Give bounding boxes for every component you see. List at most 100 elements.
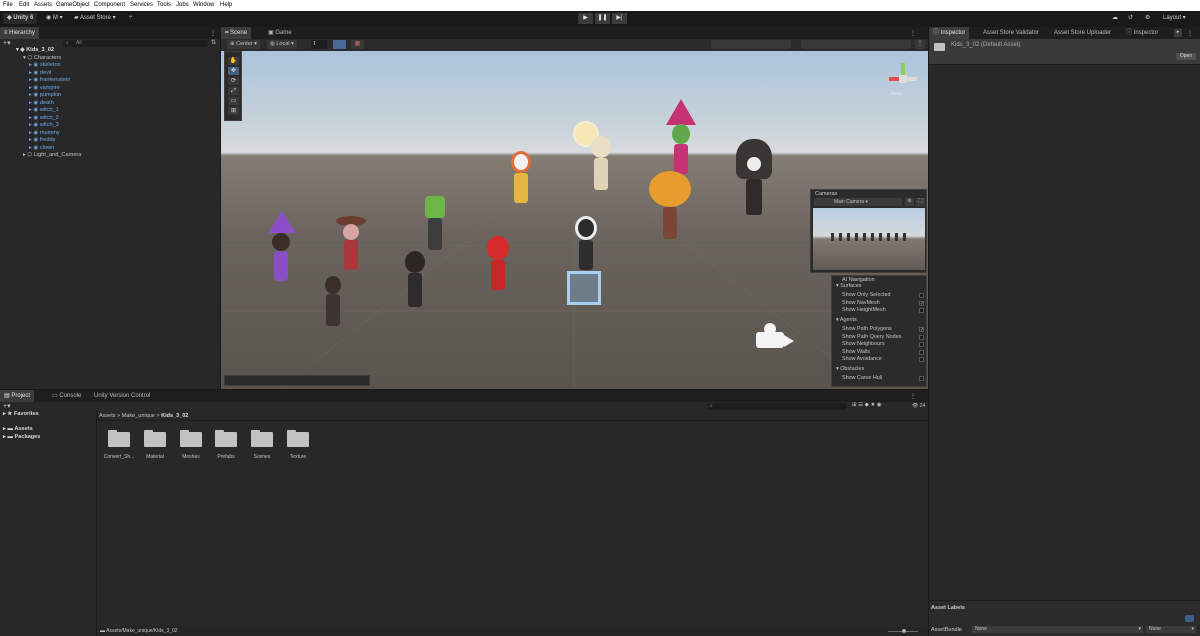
hierarchy-item-pumpkin[interactable]: ▸ ◉ pumpkin xyxy=(29,92,61,99)
folder-prefabs[interactable]: Prefabs xyxy=(209,430,243,460)
menu-jobs[interactable]: Jobs xyxy=(176,2,189,8)
tab-inspector-2[interactable]: ⓘ Inspector xyxy=(1122,27,1162,39)
tab-hierarchy[interactable]: ≡ Hierarchy xyxy=(0,27,39,39)
hierarchy-item-frankenstein[interactable]: ▸ ◉ frankenstein xyxy=(29,77,70,84)
scene-visibility-buttons[interactable] xyxy=(801,40,911,49)
label-icon[interactable] xyxy=(1185,615,1194,622)
play-button[interactable]: ▶ xyxy=(578,13,593,24)
version-control-icon[interactable]: ⑂ xyxy=(125,13,137,24)
show-avoidance-row[interactable]: Show Avoidance xyxy=(842,356,928,363)
panel-menu-icon[interactable]: ⋮ xyxy=(910,393,916,400)
open-button[interactable]: Open xyxy=(1176,53,1196,60)
grid-icon[interactable]: ▦ xyxy=(351,40,364,49)
hierarchy-search-input[interactable]: ⌕ All xyxy=(63,40,208,47)
clown-character[interactable] xyxy=(506,151,536,221)
show-heightmesh-row[interactable]: Show HeightMesh xyxy=(842,307,928,314)
rotate-tool-icon[interactable]: ⟳ xyxy=(228,77,239,85)
menu-help[interactable]: Help xyxy=(220,2,232,8)
tab-version-control[interactable]: Unity Version Control xyxy=(90,390,154,402)
hierarchy-item-mummy[interactable]: ▸ ◉ mummy xyxy=(29,130,60,137)
tab-asset-store-validator[interactable]: Asset Store Validator xyxy=(979,27,1043,39)
camera-select[interactable]: Main Camera ▾ xyxy=(814,198,902,206)
menu-window[interactable]: Window xyxy=(193,2,214,8)
packages-row[interactable]: ▸ ▬ Packages xyxy=(3,434,40,441)
hierarchy-item-devil[interactable]: ▸ ◉ devil xyxy=(29,70,51,77)
cloud-icon[interactable]: ☁ xyxy=(1108,13,1122,24)
asset-bundle-select[interactable]: None ▾ xyxy=(972,626,1143,633)
asset-store-button[interactable]: ▰ Asset Store ▾ xyxy=(70,13,120,24)
history-icon[interactable]: ↺ xyxy=(1124,13,1138,24)
more-icon[interactable]: ⋮ xyxy=(915,40,925,49)
death-character[interactable] xyxy=(401,251,429,321)
scale-tool-icon[interactable]: ⤢ xyxy=(228,87,239,95)
tab-project[interactable]: ▤ Project xyxy=(0,390,35,402)
tab-console[interactable]: ▭ Console xyxy=(48,390,85,402)
witch-character[interactable] xyxy=(266,211,296,291)
orientation-gizmo[interactable]: Persp xyxy=(883,59,923,99)
mummy-character[interactable] xyxy=(586,136,616,206)
hierarchy-item-death[interactable]: ▸ ◉ death xyxy=(29,100,54,107)
layout-dropdown[interactable]: Layout ▾ xyxy=(1159,13,1190,24)
checkbox[interactable] xyxy=(919,349,924,355)
search-options-icon[interactable]: ⇅ xyxy=(211,39,216,46)
show-walls-row[interactable]: Show Walls xyxy=(842,349,928,356)
folder-convert-sh[interactable]: Convert_Sh... xyxy=(102,430,136,460)
checkbox[interactable] xyxy=(919,376,924,381)
characters-row[interactable]: ▾ ⬡ Characters xyxy=(23,55,61,62)
hierarchy-item-witch-2[interactable]: ▸ ◉ witch_2 xyxy=(29,115,59,122)
hierarchy-item-clown[interactable]: ▸ ◉ clown xyxy=(29,145,54,152)
hierarchy-item-skeleton[interactable]: ▸ ◉ skeleton xyxy=(29,62,61,69)
snap-input[interactable]: 1 xyxy=(311,40,327,49)
nav-tools-overlay[interactable] xyxy=(224,375,370,386)
panel-menu-icon[interactable]: ⋮ xyxy=(1187,30,1193,37)
checkbox[interactable]: ✓ xyxy=(919,327,924,333)
checkbox[interactable] xyxy=(919,357,924,362)
favorites-row[interactable]: ▸ ★ Favorites xyxy=(3,411,39,418)
checkbox[interactable] xyxy=(919,342,924,347)
panel-menu-icon[interactable]: ⋮ xyxy=(210,30,216,37)
space-dropdown[interactable]: ◍ Local ▾ xyxy=(267,40,297,49)
add-icon[interactable]: +▾ xyxy=(3,402,11,410)
folder-texture[interactable]: Texture xyxy=(281,430,315,460)
transform-tool-icon[interactable]: ⊞ xyxy=(228,107,239,115)
pumpkin-character[interactable] xyxy=(649,171,691,251)
menu-tools[interactable]: Tools xyxy=(157,2,171,8)
assets-row[interactable]: ▸ ▬ Assets xyxy=(3,426,33,433)
breadcrumb-make-unique[interactable]: Make_unique xyxy=(122,413,155,419)
tab-scene[interactable]: ⌗ Scene xyxy=(221,27,252,39)
show-carve-hull-row[interactable]: Show Carve Hull xyxy=(842,375,928,382)
show-neighbours-row[interactable]: Show Neighbours xyxy=(842,341,928,348)
asset-variant-select[interactable]: None ▾ xyxy=(1146,626,1196,633)
obstacles-header[interactable]: ▾ Obstacles xyxy=(836,366,928,373)
project-search-input[interactable]: ⌕ xyxy=(707,403,847,410)
hierarchy-item-witch-1[interactable]: ▸ ◉ witch_1 xyxy=(29,107,59,114)
folder-meshes[interactable]: Meshes xyxy=(174,430,208,460)
camera-settings-icon[interactable]: ⚙ xyxy=(905,198,914,206)
checkbox[interactable]: ✓ xyxy=(919,300,924,306)
tab-overflow-icon[interactable]: ▸ xyxy=(1174,29,1182,37)
tab-inspector[interactable]: ⓘ Inspector xyxy=(929,27,970,39)
move-tool-icon[interactable]: ✥ xyxy=(228,67,239,75)
rect-tool-icon[interactable]: ▭ xyxy=(228,97,239,105)
hierarchy-item-witch-3[interactable]: ▸ ◉ witch_3 xyxy=(29,122,59,129)
camera-gizmo-icon[interactable] xyxy=(756,323,798,350)
surfaces-header[interactable]: ▾ Surfaces xyxy=(836,283,928,290)
menu-file[interactable]: File xyxy=(3,2,13,8)
folder-material[interactable]: Material xyxy=(138,430,172,460)
menu-component[interactable]: Component xyxy=(94,2,125,8)
tab-game[interactable]: ▣ Game xyxy=(264,27,296,39)
add-icon[interactable]: +▾ xyxy=(3,39,11,47)
panel-menu-icon[interactable]: ⋮ xyxy=(910,30,916,37)
filter-icons[interactable]: ⊞ ☰ ◆ ★ ◉ xyxy=(852,402,882,408)
menu-assets[interactable]: Assets xyxy=(34,2,52,8)
scene-row[interactable]: ▾ ◈ Kids_3_02 xyxy=(16,47,54,54)
hierarchy-item-vampire[interactable]: ▸ ◉ vampire xyxy=(29,85,60,92)
folder-scenes[interactable]: Scenes xyxy=(245,430,279,460)
checkbox[interactable] xyxy=(919,308,924,313)
unity-button[interactable]: ◆ Unity 6 xyxy=(3,13,38,24)
checkbox[interactable] xyxy=(919,334,924,340)
menu-services[interactable]: Services xyxy=(130,2,153,8)
camera-options-icon[interactable]: ⛶ xyxy=(916,198,925,206)
step-button[interactable]: ▶| xyxy=(612,13,627,24)
zoom-slider[interactable] xyxy=(888,629,918,633)
